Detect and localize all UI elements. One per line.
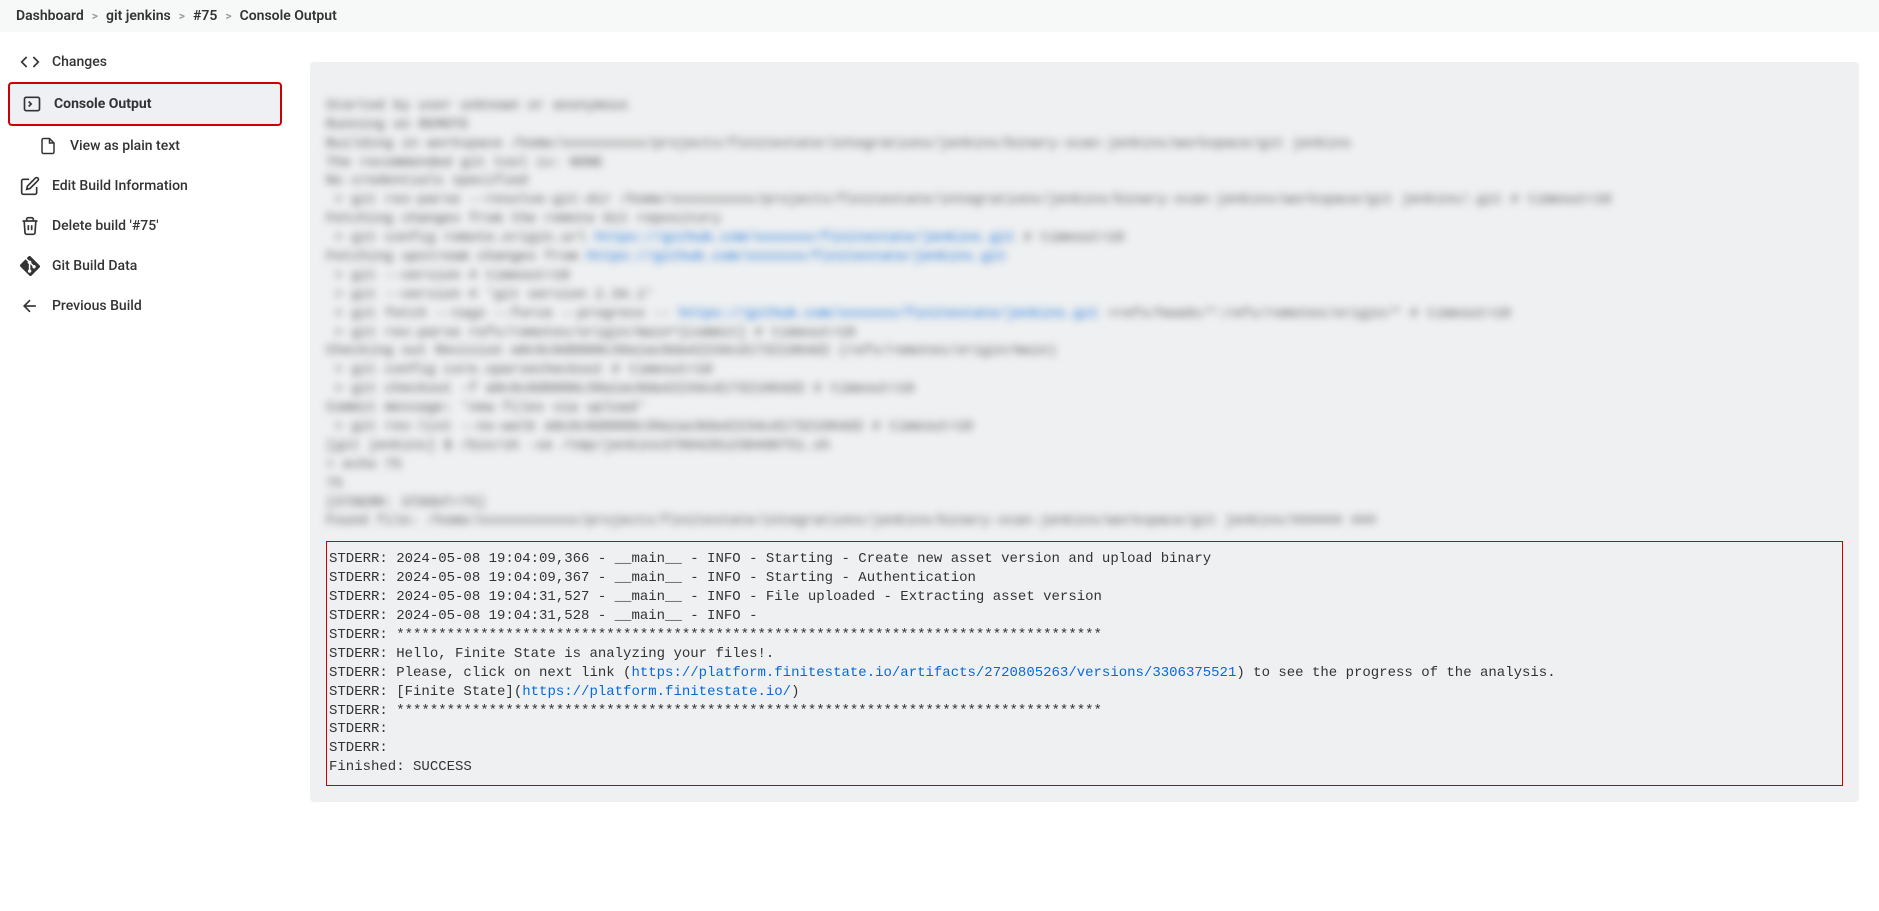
chevron-right-icon: > [179,9,185,23]
sidebar-item-previous-build[interactable]: Previous Build [8,286,282,326]
sidebar-item-label: View as plain text [70,138,180,154]
log-line: STDERR: [329,740,388,756]
log-line: STDERR: ********************************… [329,627,1102,643]
log-line: STDERR: 2024-05-08 19:04:31,528 - __main… [329,608,757,624]
sidebar-item-changes[interactable]: Changes [8,42,282,82]
log-line: STDERR: [Finite State](https://platform.… [329,684,799,700]
artifact-link[interactable]: https://platform.finitestate.io/artifact… [631,665,1236,681]
breadcrumb-dashboard[interactable]: Dashboard [16,8,84,24]
sidebar: Changes Console Output View as plain tex… [0,32,290,822]
log-line: STDERR: 2024-05-08 19:04:31,527 - __main… [329,589,1102,605]
sidebar-item-label: Edit Build Information [52,178,188,194]
breadcrumb-job[interactable]: git jenkins [106,8,171,24]
log-line: STDERR: Please, click on next link (http… [329,665,1556,681]
log-line: STDERR: 2024-05-08 19:04:09,367 - __main… [329,570,976,586]
console-output-redacted: Started by user unknown or anonymous Run… [326,78,1843,541]
console-output-panel: Started by user unknown or anonymous Run… [310,62,1859,802]
platform-link[interactable]: https://platform.finitestate.io/ [522,684,791,700]
sidebar-item-git-data[interactable]: Git Build Data [8,246,282,286]
breadcrumb: Dashboard > git jenkins > #75 > Console … [0,0,1879,32]
edit-icon [20,176,40,196]
arrow-left-icon [20,296,40,316]
log-line: STDERR: [329,721,388,737]
sidebar-item-label: Delete build '#75' [52,218,159,234]
log-line: STDERR: 2024-05-08 19:04:09,366 - __main… [329,551,1211,567]
sidebar-item-label: Console Output [54,96,151,112]
chevron-right-icon: > [92,9,98,23]
chevron-right-icon: > [225,9,231,23]
trash-icon [20,216,40,236]
log-line: Finished: SUCCESS [329,759,472,775]
sidebar-item-label: Previous Build [52,298,142,314]
git-icon [20,256,40,276]
file-icon [38,136,58,156]
code-icon [20,52,40,72]
sidebar-item-console-output[interactable]: Console Output [8,82,282,126]
log-line: STDERR: Hello, Finite State is analyzing… [329,646,774,662]
log-line: STDERR: ********************************… [329,703,1102,719]
sidebar-item-edit-build[interactable]: Edit Build Information [8,166,282,206]
sidebar-item-label: Changes [52,54,107,70]
sidebar-item-label: Git Build Data [52,258,137,274]
sidebar-item-view-plain[interactable]: View as plain text [8,126,282,166]
breadcrumb-build[interactable]: #75 [193,8,217,24]
content: Started by user unknown or anonymous Run… [290,32,1879,822]
sidebar-item-delete-build[interactable]: Delete build '#75' [8,206,282,246]
terminal-icon [22,94,42,114]
breadcrumb-page[interactable]: Console Output [240,8,337,24]
console-output-highlighted: STDERR: 2024-05-08 19:04:09,366 - __main… [326,541,1843,786]
